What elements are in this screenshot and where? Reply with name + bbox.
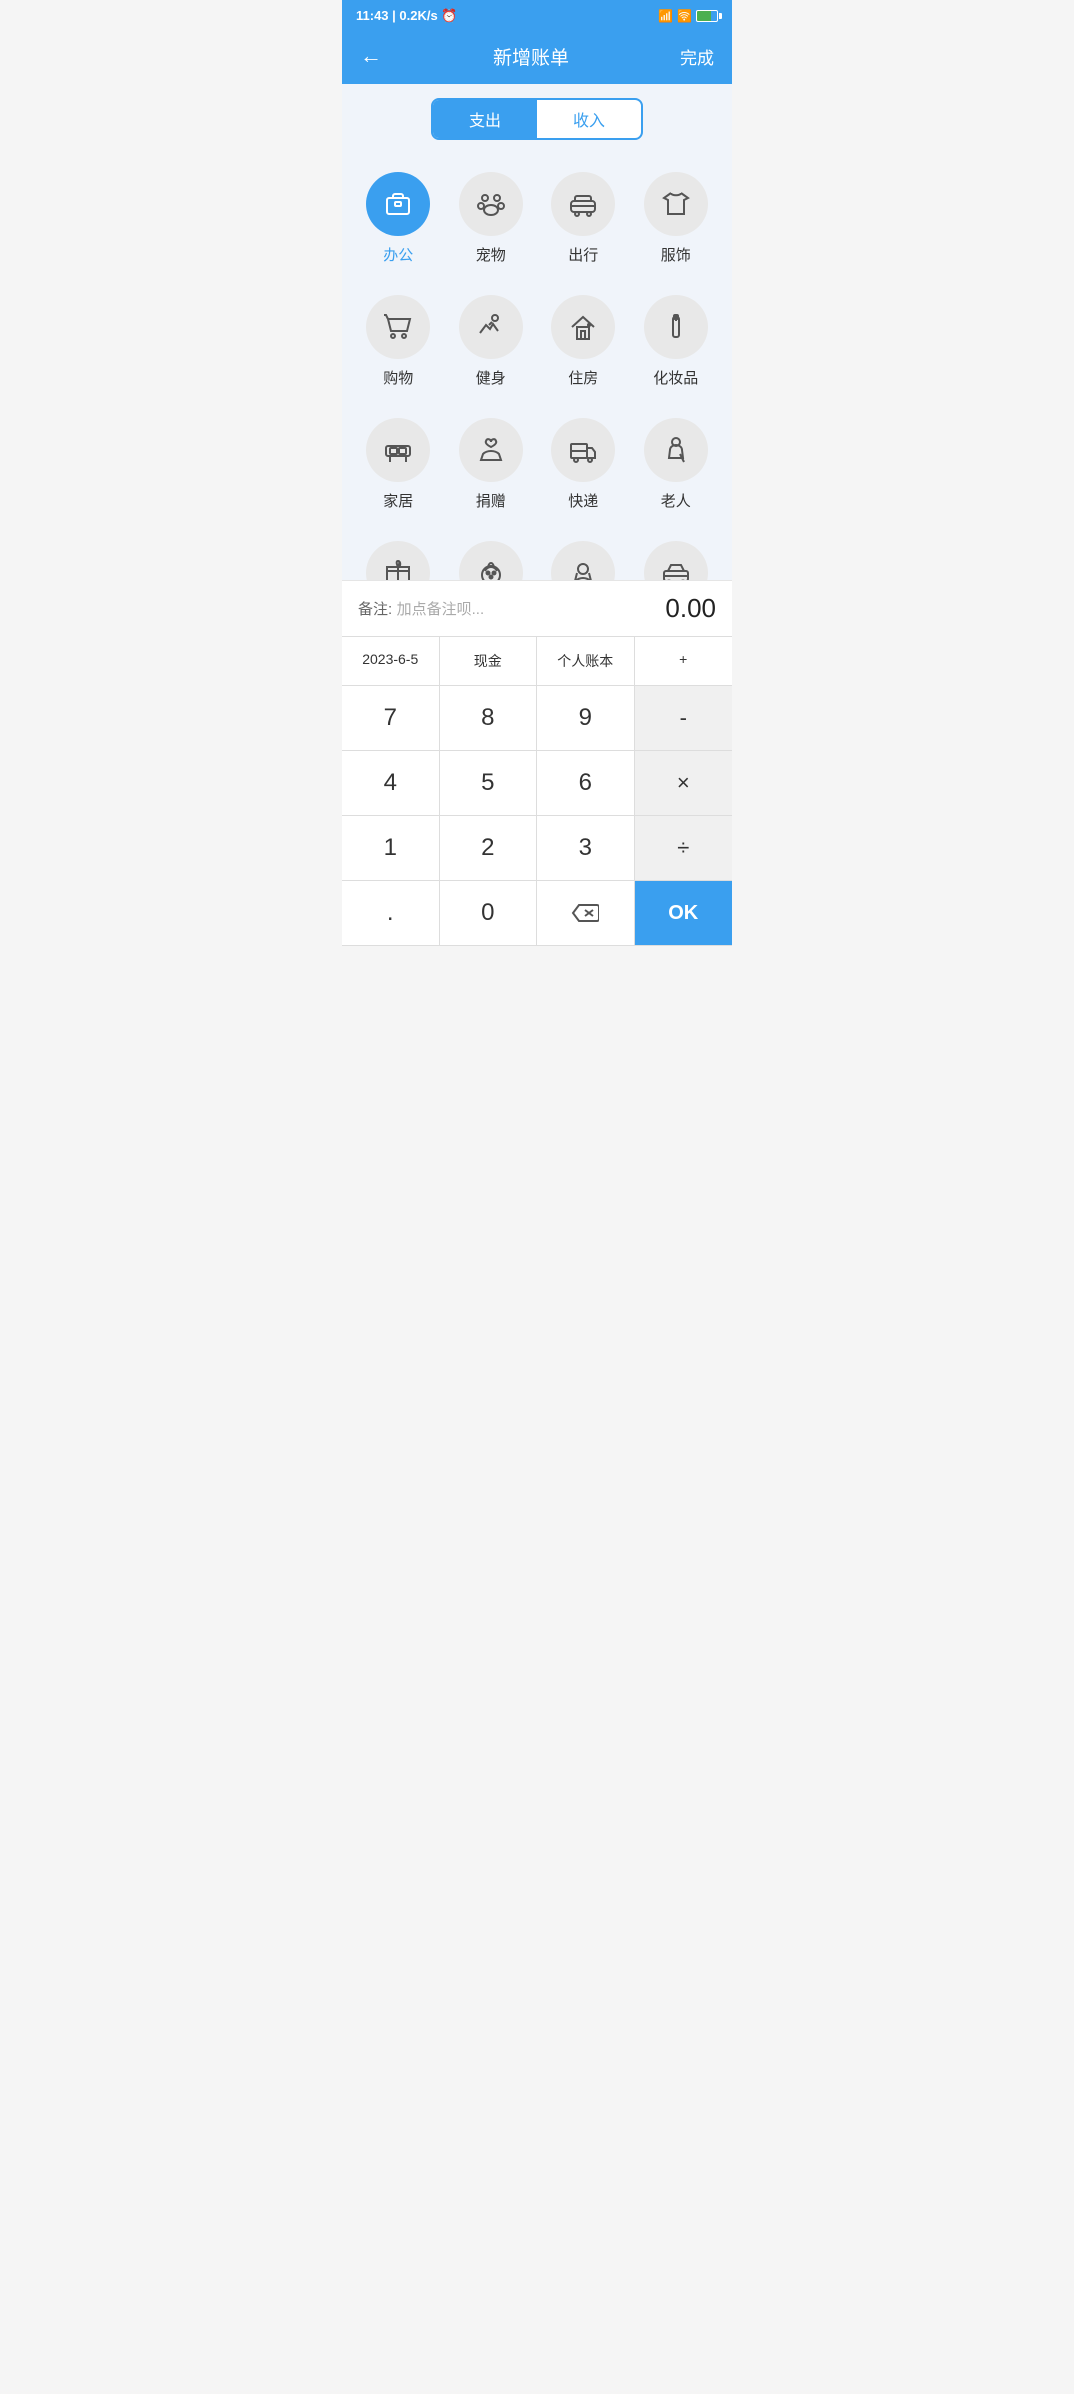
cat-donation-label: 捐赠 bbox=[476, 490, 506, 511]
key-2[interactable]: 2 bbox=[440, 816, 538, 881]
key-divide[interactable]: ÷ bbox=[635, 816, 733, 881]
express-icon bbox=[551, 418, 615, 482]
cat-housing-label: 住房 bbox=[568, 367, 598, 388]
numpad-rows: 7 8 9 - 4 5 6 × 1 2 3 ÷ . 0 OK bbox=[342, 686, 732, 946]
cat-cosmetics[interactable]: 化妆品 bbox=[630, 283, 723, 400]
tab-switcher: 支出 收入 bbox=[431, 98, 643, 140]
key-5[interactable]: 5 bbox=[440, 751, 538, 816]
key-dot[interactable]: . bbox=[342, 881, 440, 946]
cat-clothing-label: 服饰 bbox=[661, 244, 691, 265]
furniture-icon bbox=[366, 418, 430, 482]
numpad-top-row: 2023-6-5 现金 个人账本 + bbox=[342, 636, 732, 686]
cat-express-label: 快递 bbox=[568, 490, 598, 511]
pet-icon bbox=[459, 172, 523, 236]
key-9[interactable]: 9 bbox=[537, 686, 635, 751]
donation-icon bbox=[459, 418, 523, 482]
elderly-icon bbox=[644, 418, 708, 482]
note-placeholder: 加点备注呗... bbox=[397, 601, 485, 618]
cat-car[interactable]: 汽车 bbox=[630, 529, 723, 580]
key-6[interactable]: 6 bbox=[537, 751, 635, 816]
key-delete[interactable] bbox=[537, 881, 635, 946]
key-minus[interactable]: - bbox=[635, 686, 733, 751]
cat-shopping-label: 购物 bbox=[383, 367, 413, 388]
key-multiply[interactable]: × bbox=[635, 751, 733, 816]
date-selector[interactable]: 2023-6-5 bbox=[342, 637, 440, 686]
tab-expense[interactable]: 支出 bbox=[433, 100, 537, 138]
snack-icon bbox=[459, 541, 523, 580]
office-icon bbox=[366, 172, 430, 236]
cat-donation[interactable]: 捐赠 bbox=[445, 406, 538, 523]
key-1[interactable]: 1 bbox=[342, 816, 440, 881]
category-scroll-area[interactable]: 办公 宠物 出行 bbox=[342, 150, 732, 580]
shopping-icon bbox=[366, 295, 430, 359]
key-8[interactable]: 8 bbox=[440, 686, 538, 751]
status-bar: 11:43 | 0.2K/s ⏰ 📶 🛜 bbox=[342, 0, 732, 32]
cat-gift[interactable]: 礼物 bbox=[352, 529, 445, 580]
cat-office-label: 办公 bbox=[383, 244, 413, 265]
account-selector[interactable]: 个人账本 bbox=[537, 637, 635, 686]
travel-icon bbox=[551, 172, 615, 236]
clothing-icon bbox=[644, 172, 708, 236]
note-input-area[interactable]: 备注: 加点备注呗... bbox=[358, 598, 484, 619]
tourism-icon bbox=[551, 541, 615, 580]
key-0[interactable]: 0 bbox=[440, 881, 538, 946]
back-button[interactable]: ← bbox=[360, 43, 382, 69]
status-time: 11:43 | 0.2K/s ⏰ bbox=[356, 8, 458, 24]
key-4[interactable]: 4 bbox=[342, 751, 440, 816]
cosmetics-icon bbox=[644, 295, 708, 359]
signal-icon: 📶 bbox=[658, 9, 673, 23]
cat-office[interactable]: 办公 bbox=[352, 160, 445, 277]
app-header: ← 新增账单 完成 bbox=[342, 32, 732, 84]
cat-tourism[interactable]: 旅游 bbox=[537, 529, 630, 580]
category-grid: 办公 宠物 出行 bbox=[342, 150, 732, 580]
page-title: 新增账单 bbox=[493, 43, 569, 70]
cat-fitness[interactable]: 健身 bbox=[445, 283, 538, 400]
done-button[interactable]: 完成 bbox=[680, 44, 714, 69]
cat-pet-label: 宠物 bbox=[476, 244, 506, 265]
cat-shopping[interactable]: 购物 bbox=[352, 283, 445, 400]
note-label: 备注: bbox=[358, 601, 392, 618]
amount-display: 0.00 bbox=[665, 593, 716, 624]
cat-pet[interactable]: 宠物 bbox=[445, 160, 538, 277]
key-3[interactable]: 3 bbox=[537, 816, 635, 881]
cat-fitness-label: 健身 bbox=[476, 367, 506, 388]
cat-express[interactable]: 快递 bbox=[537, 406, 630, 523]
cat-elderly-label: 老人 bbox=[661, 490, 691, 511]
cat-travel[interactable]: 出行 bbox=[537, 160, 630, 277]
cat-housing[interactable]: 住房 bbox=[537, 283, 630, 400]
payment-method-selector[interactable]: 现金 bbox=[440, 637, 538, 686]
cat-travel-label: 出行 bbox=[568, 244, 598, 265]
tab-income[interactable]: 收入 bbox=[537, 100, 641, 138]
tab-area: 支出 收入 bbox=[342, 84, 732, 150]
note-bar: 备注: 加点备注呗... 0.00 bbox=[342, 580, 732, 636]
cat-snack[interactable]: 零食 bbox=[445, 529, 538, 580]
key-7[interactable]: 7 bbox=[342, 686, 440, 751]
gift-icon bbox=[366, 541, 430, 580]
housing-icon bbox=[551, 295, 615, 359]
numpad: 2023-6-5 现金 个人账本 + 7 8 9 - 4 5 6 × 1 2 3… bbox=[342, 636, 732, 946]
battery-icon bbox=[696, 10, 718, 22]
cat-elderly[interactable]: 老人 bbox=[630, 406, 723, 523]
cat-furniture[interactable]: 家居 bbox=[352, 406, 445, 523]
add-button-top[interactable]: + bbox=[635, 637, 733, 686]
cat-furniture-label: 家居 bbox=[383, 490, 413, 511]
status-icons: 📶 🛜 bbox=[658, 9, 718, 23]
key-ok[interactable]: OK bbox=[635, 881, 733, 946]
cat-clothing[interactable]: 服饰 bbox=[630, 160, 723, 277]
wifi-icon: 🛜 bbox=[677, 9, 692, 23]
car-icon bbox=[644, 541, 708, 580]
cat-cosmetics-label: 化妆品 bbox=[653, 367, 698, 388]
fitness-icon bbox=[459, 295, 523, 359]
